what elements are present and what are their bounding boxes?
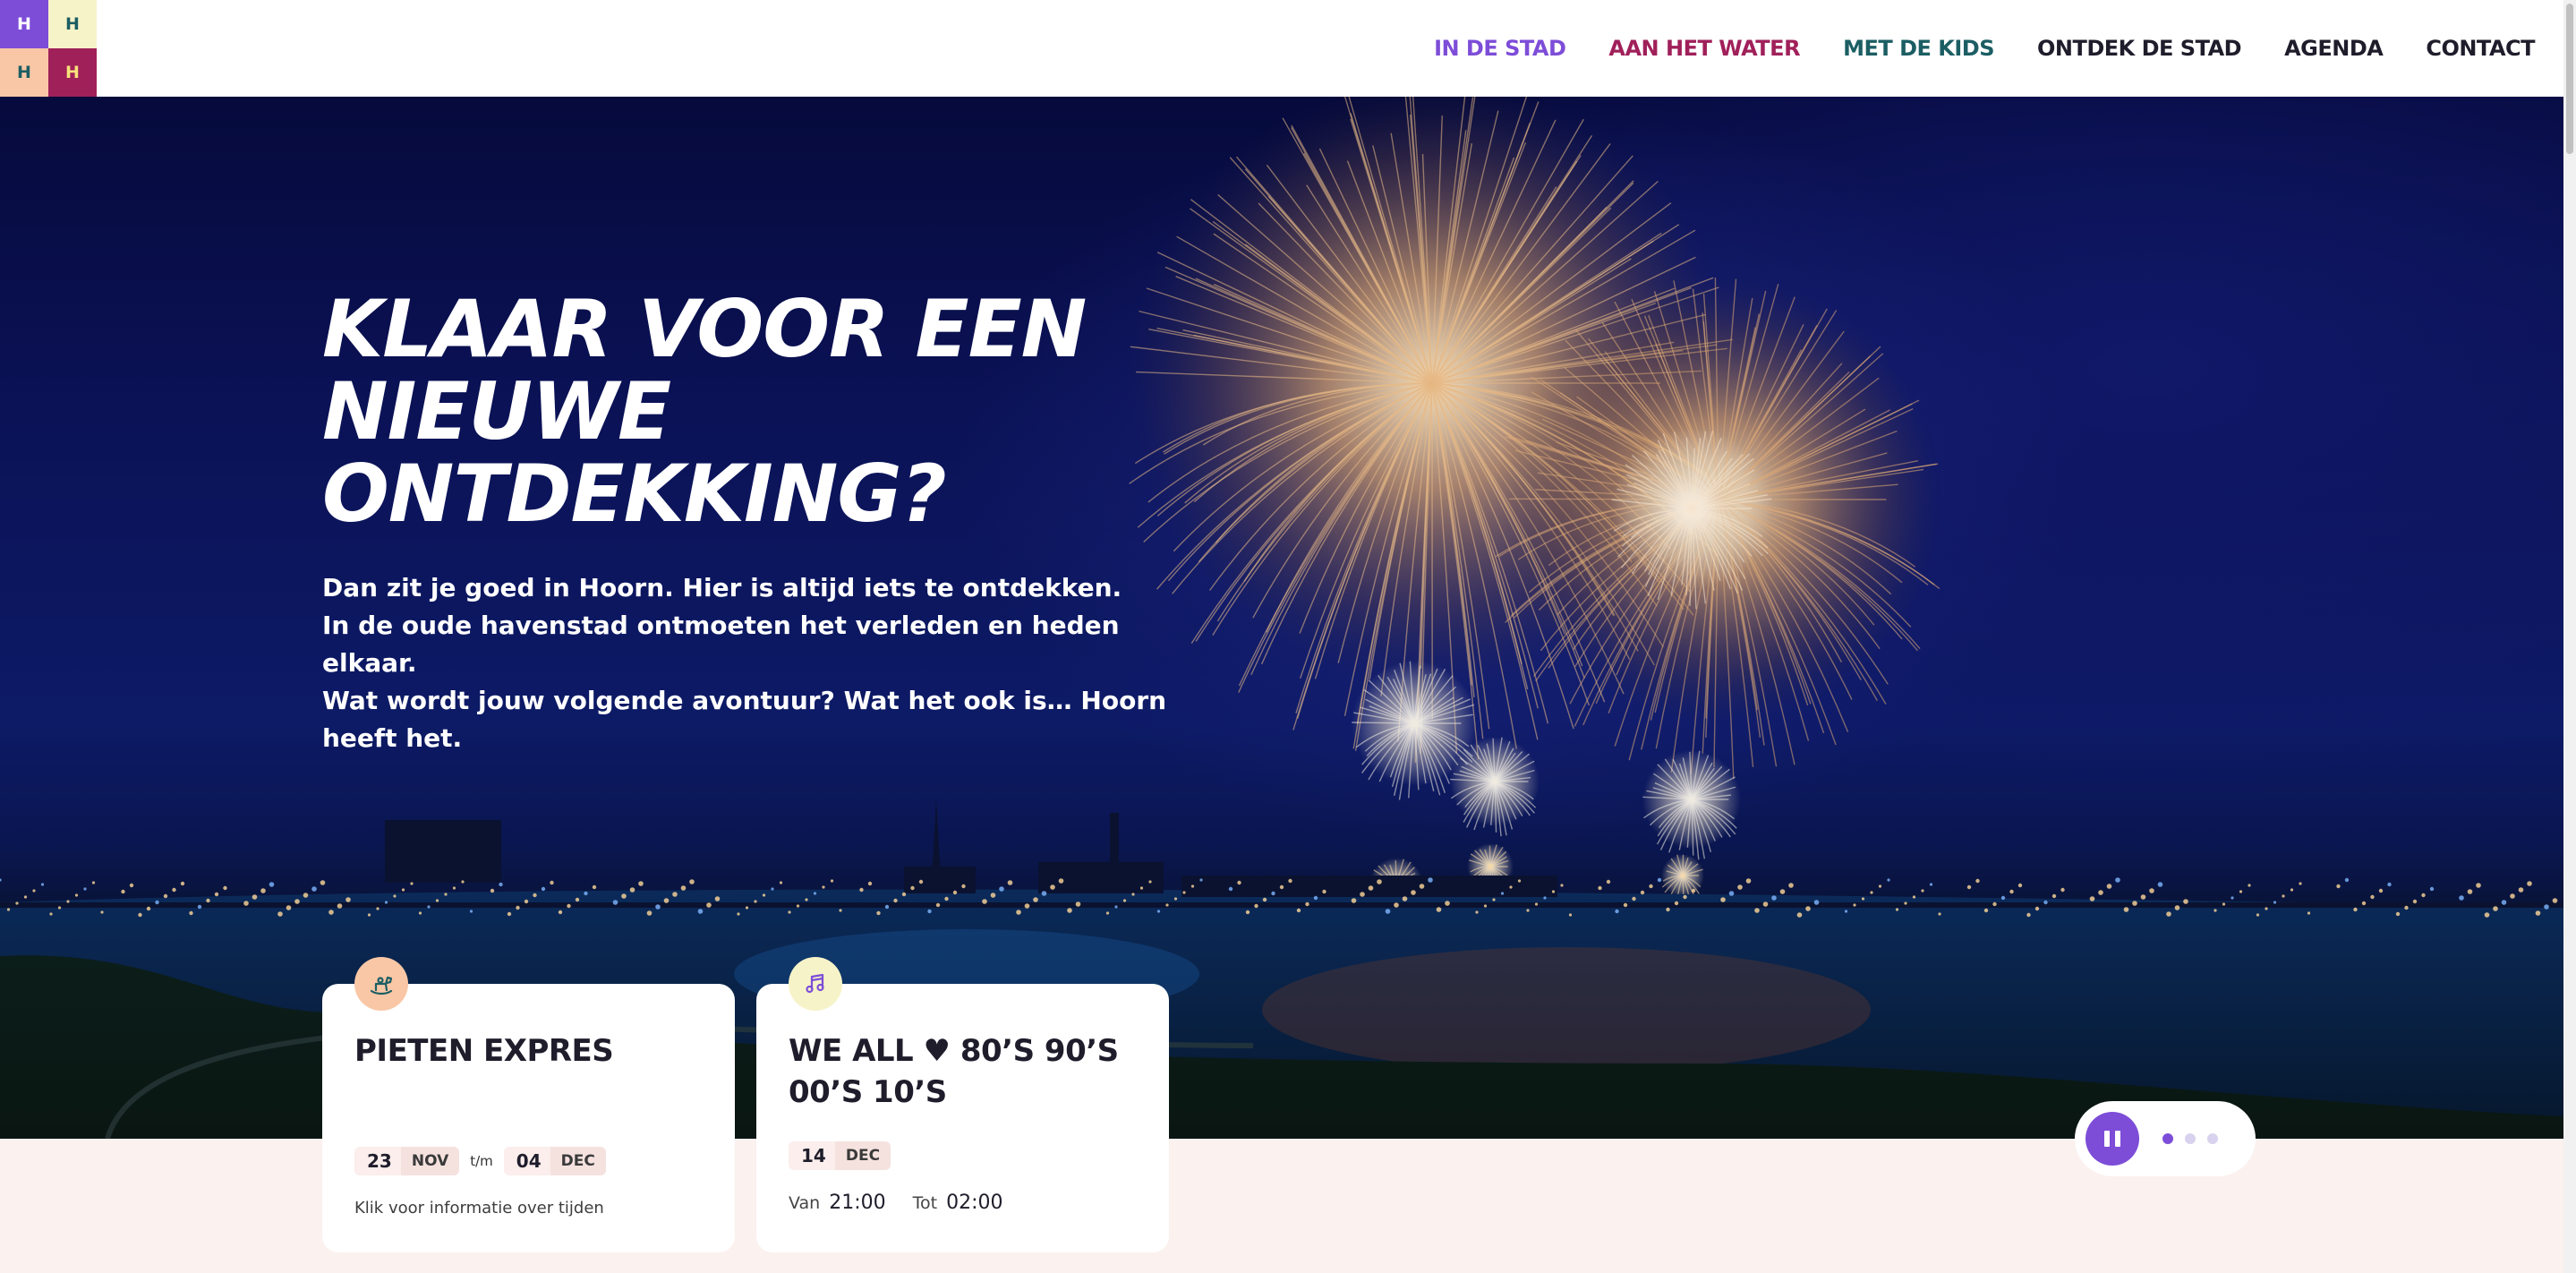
pause-icon-bar-left <box>2104 1131 2110 1147</box>
event-month: DEC <box>834 1141 891 1170</box>
hero-intro: Dan zit je goed in Hoorn. Hier is altijd… <box>322 569 1217 757</box>
logo-tile-3: H <box>0 48 48 97</box>
event-card-pieten-expres[interactable]: PIETEN EXPRES 23 NOV t/m 04 DEC Klik voo… <box>322 957 735 1252</box>
scrollbar-thumb[interactable] <box>2566 4 2573 154</box>
nav-aan-het-water[interactable]: AAN HET WATER <box>1608 36 1800 61</box>
event-card-we-all-love[interactable]: WE ALL ♥ 80’S 90’S 00’S 10’S 14 DEC Van … <box>756 957 1169 1252</box>
headline-line-3: ONTDEKKING? <box>322 448 947 540</box>
firework-bursts <box>1128 97 1942 915</box>
city-skyline <box>0 799 2576 908</box>
slide-dot-2[interactable] <box>2185 1133 2196 1144</box>
logo-tile-2: H <box>48 0 97 48</box>
page-scrollbar[interactable] <box>2563 0 2576 1273</box>
start-month: NOV <box>400 1147 460 1175</box>
headline-line-1: KLAAR VOOR EEN <box>322 283 1087 375</box>
intro-line-2: In de oude havenstad ontmoeten het verle… <box>322 611 1120 678</box>
to-time: 02:00 <box>946 1192 1003 1214</box>
event-times: Van 21:00 Tot 02:00 <box>789 1192 1020 1214</box>
hoorn-logo[interactable]: H H H H <box>0 0 97 97</box>
logo-tile-4: H <box>48 48 97 97</box>
rocking-horse-icon <box>354 957 408 1011</box>
event-title: WE ALL ♥ 80’S 90’S 00’S 10’S <box>789 1033 1119 1110</box>
hero-headline: KLAAR VOOR EEN NIEUWE ONTDEKKING? <box>322 288 1181 535</box>
nav-contact[interactable]: CONTACT <box>2426 36 2535 61</box>
start-day: 23 <box>367 1150 392 1172</box>
slider-controls <box>2075 1101 2256 1176</box>
nav-agenda[interactable]: AGENDA <box>2284 36 2384 61</box>
nav-ontdek-de-stad[interactable]: ONTDEK DE STAD <box>2037 36 2242 61</box>
event-info-link[interactable]: Klik voor informatie over tijden <box>354 1199 604 1217</box>
event-date: 14 DEC <box>789 1141 891 1170</box>
music-note-icon <box>789 957 842 1011</box>
slide-dot-1[interactable] <box>2162 1133 2173 1144</box>
start-date: 23 NOV <box>354 1147 460 1175</box>
intro-line-1: Dan zit je goed in Hoorn. Hier is altijd… <box>322 573 1122 602</box>
range-separator: t/m <box>470 1153 493 1169</box>
site-header: H H H H IN DE STAD AAN HET WATER MET DE … <box>0 0 2576 97</box>
pause-icon-bar-right <box>2115 1131 2120 1147</box>
intro-line-3: Wat wordt jouw volgende avontuur? Wat he… <box>322 686 1167 753</box>
nav-in-de-stad[interactable]: IN DE STAD <box>1434 36 1566 61</box>
end-date: 04 DEC <box>503 1147 606 1175</box>
slide-dots <box>2162 1133 2218 1144</box>
headline-line-2: NIEUWE <box>322 365 671 457</box>
end-month: DEC <box>550 1147 606 1175</box>
pause-button[interactable] <box>2086 1112 2139 1166</box>
event-day: 14 <box>801 1145 826 1166</box>
main-nav: IN DE STAD AAN HET WATER MET DE KIDS ONT… <box>1434 0 2535 97</box>
nav-met-de-kids[interactable]: MET DE KIDS <box>1843 36 1994 61</box>
event-title: PIETEN EXPRES <box>354 1033 614 1069</box>
from-time: 21:00 <box>829 1192 886 1214</box>
event-day-box: 14 DEC <box>789 1141 891 1170</box>
logo-tile-1: H <box>0 0 48 48</box>
event-date-range: 23 NOV t/m 04 DEC <box>354 1147 606 1175</box>
to-label: Tot <box>912 1193 938 1213</box>
from-label: Van <box>789 1193 821 1213</box>
slide-dot-3[interactable] <box>2207 1133 2218 1144</box>
end-day: 04 <box>516 1150 542 1172</box>
